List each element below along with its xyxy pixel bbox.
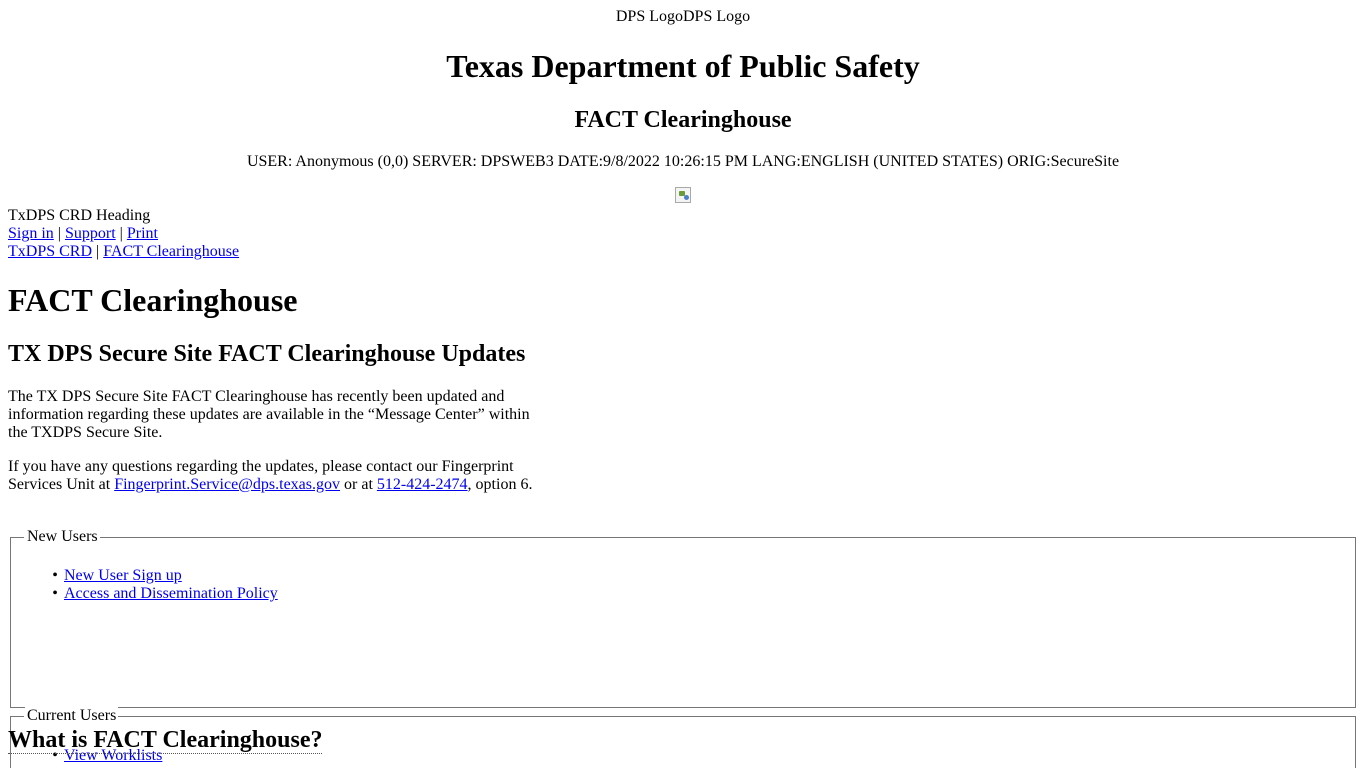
- nav-separator: |: [53, 225, 65, 242]
- contact-paragraph: If you have any questions regarding the …: [8, 458, 536, 494]
- contact-text: or at: [340, 476, 377, 493]
- list-item: • Access and Dissemination Policy: [52, 585, 278, 602]
- broken-image-icon: [675, 187, 691, 203]
- print-link[interactable]: Print: [127, 225, 158, 242]
- contact-text: , option 6.: [467, 476, 533, 493]
- dps-logo-image-2: DPS Logo: [683, 8, 751, 25]
- new-users-legend: New Users: [25, 528, 100, 546]
- support-link[interactable]: Support: [65, 225, 116, 242]
- logo-row: DPS LogoDPS Logo: [0, 8, 1366, 26]
- new-user-signup-link[interactable]: New User Sign up: [64, 567, 182, 584]
- list-item: • New User Sign up: [52, 567, 182, 584]
- what-is-heading-text: What is FACT Clearinghouse?: [8, 727, 323, 754]
- page-title: FACT Clearinghouse: [8, 282, 298, 318]
- breadcrumb-home-link[interactable]: TxDPS CRD: [8, 243, 92, 260]
- new-users-fieldset: New Users • New User Sign up • Access and …: [10, 528, 1356, 708]
- breadcrumb-current-link[interactable]: FACT Clearinghouse: [103, 243, 239, 260]
- phone-link[interactable]: 512-424-2474: [377, 476, 468, 493]
- nav-separator: |: [115, 225, 127, 242]
- access-policy-link[interactable]: Access and Dissemination Policy: [64, 585, 278, 602]
- sign-in-link[interactable]: Sign in: [8, 225, 54, 242]
- current-users-legend: Current Users: [25, 707, 119, 725]
- top-nav: Sign in | Support | Print: [8, 225, 158, 243]
- new-users-list: • New User Sign up • Access and Disseminat…: [52, 567, 278, 603]
- updates-paragraph: The TX DPS Secure Site FACT Clearinghous…: [8, 388, 530, 441]
- site-subtitle: FACT Clearinghouse: [574, 107, 792, 133]
- crd-heading-image: TxDPS CRD Heading: [8, 207, 151, 224]
- site-title: Texas Department of Public Safety: [446, 48, 920, 84]
- what-is-heading: What is FACT Clearinghouse?: [8, 726, 323, 754]
- dps-logo-image: DPS Logo: [615, 8, 683, 25]
- breadcrumb-separator: |: [92, 243, 104, 260]
- email-link[interactable]: Fingerprint.Service@dps.texas.gov: [114, 476, 340, 493]
- status-line: USER: Anonymous (0,0) SERVER: DPSWEB3 DA…: [246, 153, 1120, 170]
- updates-heading: TX DPS Secure Site FACT Clearinghouse Up…: [8, 341, 526, 367]
- breadcrumb: TxDPS CRD | FACT Clearinghouse: [8, 243, 239, 261]
